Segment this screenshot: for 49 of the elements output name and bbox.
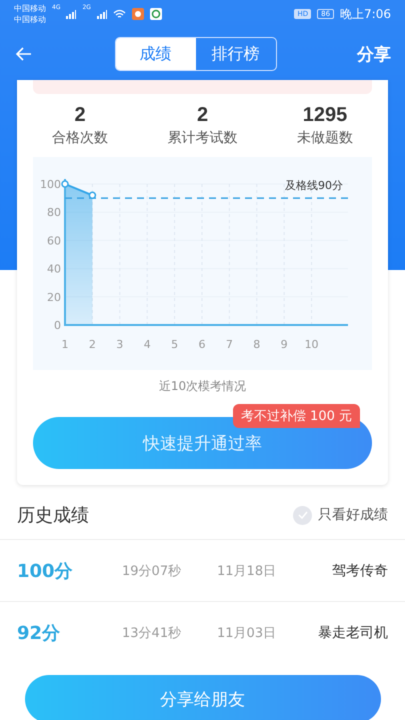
stat-value: 1295 xyxy=(302,104,348,127)
clock-time: 晚上7:06 xyxy=(340,6,391,22)
pass-line-label: 及格线90分 xyxy=(285,179,343,192)
stat-value: 2 xyxy=(74,104,86,127)
stat-value: 2 xyxy=(196,104,208,127)
signal-icon xyxy=(96,10,107,18)
duration-text: 13分41秒 xyxy=(122,624,182,642)
good-scores-filter[interactable]: 只看好成绩 xyxy=(293,506,388,524)
x-tick-label: 4 xyxy=(144,338,151,351)
x-tick-label: 7 xyxy=(226,338,233,351)
y-tick-label: 40 xyxy=(47,262,61,276)
carrier-name: 中国移动 xyxy=(14,14,46,25)
x-tick-label: 1 xyxy=(62,338,68,351)
signal-icon xyxy=(66,10,76,18)
x-tick-label: 6 xyxy=(198,338,206,351)
y-tick-label: 20 xyxy=(47,290,61,304)
share-link[interactable]: 分享 xyxy=(357,42,391,66)
tab[interactable]: 排行榜 xyxy=(196,38,276,70)
y-tick-label: 80 xyxy=(47,206,61,220)
app-icon xyxy=(150,8,162,20)
data-point xyxy=(61,180,69,188)
x-tick-label: 9 xyxy=(280,338,288,351)
y-tick-label: 60 xyxy=(47,234,61,248)
x-tick-label: 5 xyxy=(171,338,178,351)
share-to-friends-button[interactable]: 分享给朋友 xyxy=(24,675,380,720)
app-icon xyxy=(132,8,144,20)
carrier-name: 中国移动 xyxy=(14,3,46,14)
x-tick-label: 10 xyxy=(304,338,319,351)
date-text: 11月03日 xyxy=(217,624,278,642)
compensation-badge: 考不过补偿 100 元 xyxy=(232,404,360,428)
score-text: 92分 xyxy=(17,622,62,644)
rank-title: 驾考传奇 xyxy=(331,562,388,580)
y-tick-label: 0 xyxy=(54,319,61,332)
x-tick-label: 8 xyxy=(253,338,260,351)
data-point xyxy=(88,192,96,200)
score-text: 100分 xyxy=(17,560,74,582)
section-title: 历史成绩 xyxy=(17,504,90,527)
tab[interactable]: 成绩 xyxy=(116,38,196,70)
date-text: 11月18日 xyxy=(217,562,278,580)
y-tick-label: 100 xyxy=(40,178,61,191)
chart-caption: 近10次模考情况 xyxy=(158,378,248,395)
rank-title: 暴走老司机 xyxy=(317,624,388,642)
stat-label: 累计考试数 xyxy=(168,129,238,147)
duration-text: 19分07秒 xyxy=(122,562,182,580)
x-tick-label: 2 xyxy=(88,338,96,351)
stat-label: 未做题数 xyxy=(297,129,353,147)
wifi-icon xyxy=(112,9,126,19)
x-tick-label: 3 xyxy=(116,338,124,351)
stat-label: 合格次数 xyxy=(52,129,108,147)
